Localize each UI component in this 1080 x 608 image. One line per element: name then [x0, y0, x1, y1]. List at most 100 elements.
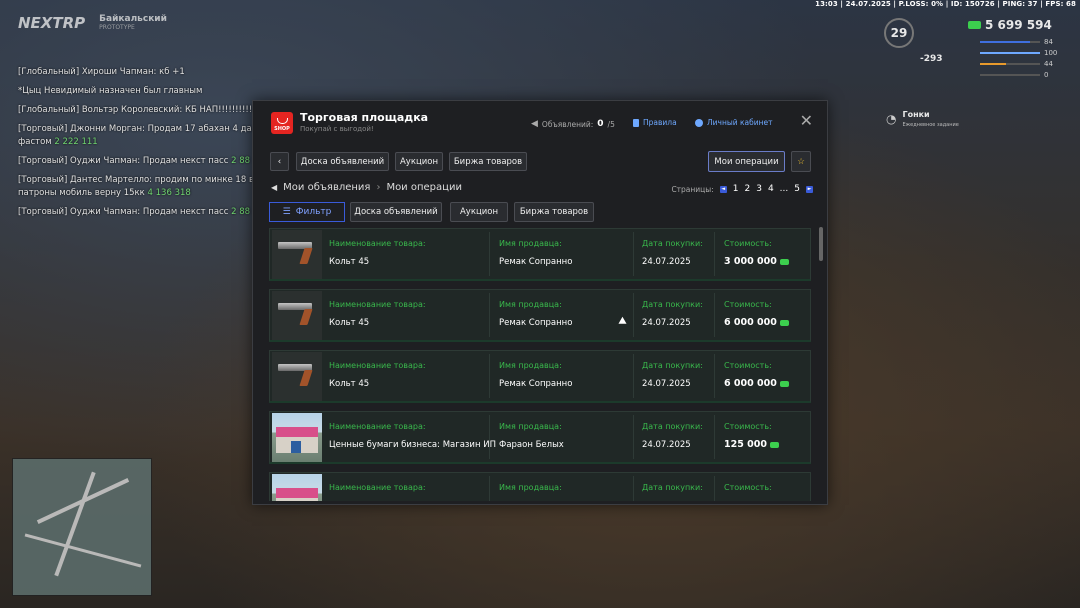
ads-counter: ◀ Объявлений: 0 /5	[531, 119, 615, 129]
page-number[interactable]: 1	[733, 184, 739, 194]
window-subtitle: Покупай с выгодой!	[300, 125, 374, 133]
minimap[interactable]	[12, 458, 152, 596]
stat-value: 100	[1044, 49, 1058, 57]
column-divider	[714, 293, 715, 337]
ads-max: /5	[607, 119, 615, 129]
date-value: 24.07.2025	[642, 440, 691, 450]
cash-icon	[779, 319, 789, 326]
prev-page-button[interactable]: ◄	[719, 185, 727, 193]
player-stats: 84 100 44 0	[980, 38, 1068, 79]
seller-label: Имя продавца:	[499, 422, 562, 431]
nav-exchange-button[interactable]: Биржа товаров	[449, 152, 527, 171]
breadcrumb-current: Мои операции	[386, 182, 462, 193]
chat-price: 2 88	[231, 207, 251, 217]
chat-message: [Торговый] Джонни Морган: Продам 17 абах…	[18, 124, 258, 147]
item-label: Наименование товара:	[329, 483, 426, 492]
stat-bar	[980, 41, 1040, 43]
cost-value: 125 000	[724, 439, 779, 450]
column-divider	[489, 476, 490, 501]
operation-row[interactable]: Наименование товара: Имя продавца: Дата по…	[269, 472, 811, 501]
sub-board-button[interactable]: Доска объявлений	[350, 202, 442, 222]
page-number[interactable]: 4	[768, 184, 774, 194]
document-icon	[633, 118, 639, 127]
column-divider	[714, 354, 715, 398]
daily-task[interactable]: ◔ Гонки Ежедневное задание	[886, 110, 959, 128]
chat-price: 2 222 111	[54, 137, 98, 147]
operation-row[interactable]: Наименование товара: Ценные бумаги бизнес…	[269, 411, 811, 464]
page-number[interactable]: 5	[794, 184, 800, 194]
seller-label: Имя продавца:	[499, 239, 562, 248]
column-divider	[489, 415, 490, 459]
cash-icon	[968, 21, 981, 29]
operation-row[interactable]: Наименование товара: Кольт 45 Имя продавца…	[269, 228, 811, 281]
megaphone-icon: ◀	[531, 119, 538, 129]
user-icon	[695, 118, 703, 127]
shop-image	[272, 474, 322, 501]
chat-price: 4 136 318	[147, 188, 191, 198]
item-label: Наименование товара:	[329, 422, 426, 431]
seller-value: Ремак Сопранно	[499, 379, 573, 389]
cabinet-link[interactable]: Личный кабинет	[695, 118, 773, 127]
sub-auction-button[interactable]: Аукцион	[450, 202, 508, 222]
cost-label: Стоимость:	[724, 422, 772, 431]
seller-label: Имя продавца:	[499, 300, 562, 309]
nav-board-button[interactable]: Доска объявлений	[296, 152, 389, 171]
pistol-image	[272, 291, 322, 340]
next-page-button[interactable]: ►	[806, 185, 813, 193]
stat-bar	[980, 63, 1040, 65]
filter-button[interactable]: ☰ Фильтр	[269, 202, 345, 222]
item-value: Кольт 45	[329, 257, 370, 267]
marketplace-window: SHOP Торговая площадка Покупай с выгодой…	[252, 100, 828, 505]
close-button[interactable]: ✕	[800, 113, 813, 129]
chat-message: [Глобальный] Вольтэр Королевский: КБ НАП…	[18, 105, 256, 115]
megaphone-icon: ◀	[271, 183, 278, 192]
money-display: 5 699 594	[968, 18, 1052, 32]
operation-row[interactable]: Наименование товара: Кольт 45 Имя продавца…	[269, 350, 811, 403]
date-label: Дата покупки:	[642, 300, 703, 309]
pages-label: Страницы:	[671, 184, 714, 194]
column-divider	[633, 293, 634, 337]
back-button[interactable]: ‹	[270, 152, 289, 171]
seller-value: Ремак Сопранно	[499, 257, 573, 267]
column-divider	[633, 232, 634, 276]
balance-change: -293	[920, 54, 943, 64]
item-label: Наименование товара:	[329, 239, 426, 248]
server-sub: PROTOTYPE	[99, 24, 135, 31]
window-title: Торговая площадка	[300, 111, 429, 124]
item-label: Наименование товара:	[329, 300, 426, 309]
shop-image	[272, 413, 322, 462]
breadcrumb: ◀ Мои объявления › Мои операции	[271, 182, 462, 193]
speedometer-icon: ◔	[886, 112, 897, 126]
chat-price: 2 88	[231, 156, 251, 166]
chat-log: [Глобальный] Хироши Чапман: кб +1 *Цыц Не…	[18, 66, 268, 225]
item-label: Наименование товара:	[329, 361, 426, 370]
scrollbar[interactable]	[819, 227, 823, 261]
server-logo: NEXTRP Байкальский PROTOTYPE	[18, 14, 167, 32]
cost-value: 6 000 000	[724, 317, 789, 328]
date-value: 24.07.2025	[642, 379, 691, 389]
operation-row[interactable]: Наименование товара: Кольт 45 Имя продавца…	[269, 289, 811, 342]
cost-label: Стоимость:	[724, 239, 772, 248]
cash-icon	[769, 441, 779, 448]
nav-auction-button[interactable]: Аукцион	[395, 152, 443, 171]
rules-link[interactable]: Правила	[633, 118, 677, 127]
favorites-star-icon[interactable]: ☆	[791, 151, 811, 172]
sub-exchange-button[interactable]: Биржа товаров	[514, 202, 594, 222]
page-number[interactable]: 3	[756, 184, 762, 194]
ads-count: 0	[597, 119, 604, 129]
column-divider	[633, 476, 634, 501]
shop-icon: SHOP	[271, 112, 293, 134]
cost-label: Стоимость:	[724, 483, 772, 492]
chat-message: [Торговый] Дантес Мартелло: продим по ми…	[18, 175, 254, 198]
breadcrumb-my-ads[interactable]: Мои объявления	[283, 182, 370, 193]
level-badge: 29	[884, 18, 914, 48]
page-number[interactable]: 2	[744, 184, 750, 194]
date-label: Дата покупки:	[642, 239, 703, 248]
sliders-icon: ☰	[282, 207, 291, 217]
money-value: 5 699 594	[985, 18, 1052, 32]
race-title: Гонки	[902, 110, 930, 119]
stat-value: 84	[1044, 38, 1053, 46]
stat-bar	[980, 52, 1040, 54]
chat-message: *Цыц Невидимый назначен был главным	[18, 86, 203, 96]
my-operations-button[interactable]: Мои операции	[708, 151, 785, 172]
